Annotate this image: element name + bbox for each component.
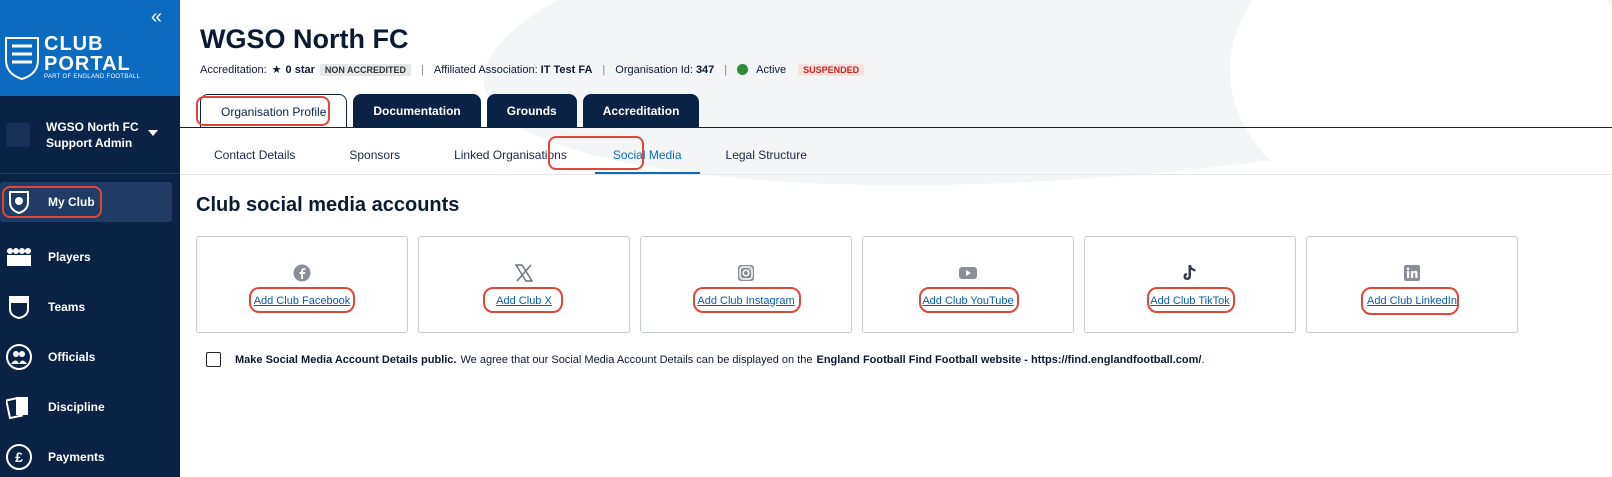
- divider: |: [602, 63, 606, 76]
- linkedin-icon: [1402, 263, 1422, 283]
- sidebar-item-label: Discipline: [48, 400, 105, 414]
- x-card: Add Club X: [418, 236, 630, 333]
- club-meta: Accreditation: ★ 0 star NON ACCREDITED |…: [200, 63, 865, 76]
- public-consent: Make Social Media Account Details public…: [206, 352, 1205, 367]
- sidebar-item-my-club[interactable]: My Club: [0, 182, 172, 222]
- logo-area: « CLUB PORTAL PART OF ENGLAND FOOTBALL: [0, 0, 180, 96]
- add-club-instagram-link[interactable]: Add Club Instagram: [697, 295, 794, 307]
- tiktok-card: Add Club TikTok: [1084, 236, 1296, 333]
- background-decoration: [1230, 0, 1612, 220]
- chevron-down-icon[interactable]: [148, 130, 158, 136]
- status-dot-icon: [737, 64, 749, 75]
- pound-icon: £: [6, 444, 32, 470]
- sidebar-nav: My Club Players Teams Officials Discipli…: [0, 182, 180, 477]
- subtab-contact-details[interactable]: Contact Details: [196, 136, 313, 174]
- sidebar-item-label: Officials: [48, 350, 96, 364]
- collapse-sidebar-icon[interactable]: «: [151, 6, 162, 29]
- organisation-switcher[interactable]: WGSO North FC Support Admin: [0, 96, 180, 174]
- accreditation-value: 0 star: [285, 63, 315, 76]
- sidebar-item-label: Teams: [48, 300, 86, 314]
- page-title: WGSO North FC: [200, 24, 409, 54]
- divider: |: [724, 63, 728, 76]
- tab-organisation-profile[interactable]: Organisation Profile: [200, 94, 348, 128]
- players-icon: [6, 244, 32, 270]
- tabs-divider: [180, 127, 1612, 128]
- sub-tabs: Contact Details Sponsors Linked Organisa…: [196, 136, 825, 174]
- sidebar-item-payments[interactable]: £ Payments: [0, 432, 180, 477]
- tab-grounds[interactable]: Grounds: [486, 94, 577, 128]
- tiktok-icon: [1180, 263, 1200, 283]
- divider: |: [421, 63, 424, 76]
- sidebar-item-discipline[interactable]: Discipline: [0, 382, 180, 432]
- consent-website: England Football Find Football website -…: [816, 353, 1202, 366]
- sidebar-item-players[interactable]: Players: [0, 232, 180, 282]
- add-club-tiktok-link[interactable]: Add Club TikTok: [1150, 295, 1229, 307]
- org-avatar: [6, 122, 30, 147]
- consent-text: We agree that our Social Media Account D…: [460, 353, 813, 366]
- association-label: Affiliated Association:: [433, 63, 538, 76]
- club-portal-logo[interactable]: CLUB PORTAL PART OF ENGLAND FOOTBALL: [4, 34, 140, 80]
- sidebar-item-officials[interactable]: Officials: [0, 332, 180, 382]
- status-text: Active: [756, 63, 787, 76]
- logo-line3: PART OF ENGLAND FOOTBALL: [44, 74, 141, 80]
- instagram-icon: [736, 263, 756, 283]
- tab-accreditation[interactable]: Accreditation: [582, 94, 700, 128]
- org-id-value: 347: [695, 63, 715, 76]
- main-tabs: Organisation Profile Documentation Groun…: [200, 94, 705, 128]
- add-club-youtube-link[interactable]: Add Club YouTube: [922, 295, 1013, 307]
- org-id-label: Organisation Id:: [615, 63, 693, 76]
- accreditation-badge: NON ACCREDITED: [319, 63, 412, 76]
- add-club-linkedin-link[interactable]: Add Club LinkedIn: [1367, 295, 1457, 307]
- org-name: WGSO North FC: [46, 119, 139, 134]
- sidebar-item-label: Players: [48, 250, 91, 264]
- youtube-card: Add Club YouTube: [862, 236, 1074, 333]
- sidebar: « CLUB PORTAL PART OF ENGLAND FOOTBALL W…: [0, 0, 180, 477]
- club-crest-icon: [6, 189, 32, 215]
- club-header: WGSO North FC Accreditation: ★ 0 star NO…: [200, 24, 865, 76]
- cards-icon: [6, 394, 32, 420]
- accreditation-label: Accreditation:: [200, 63, 267, 76]
- main-content: WGSO North FC Accreditation: ★ 0 star NO…: [180, 0, 1612, 477]
- org-role: Support Admin: [46, 135, 133, 150]
- consent-bold: Make Social Media Account Details public…: [235, 353, 457, 366]
- instagram-card: Add Club Instagram: [640, 236, 852, 333]
- svg-text:£: £: [15, 449, 23, 465]
- section-title: Club social media accounts: [196, 194, 460, 216]
- association-value: IT Test FA: [540, 63, 593, 76]
- social-cards: Add Club Facebook Add Club X Add Club In…: [196, 236, 1518, 333]
- linkedin-card: Add Club LinkedIn: [1306, 236, 1518, 333]
- star-icon: ★: [271, 64, 282, 76]
- subtab-legal-structure[interactable]: Legal Structure: [708, 136, 825, 174]
- logo-line1: CLUB: [44, 33, 104, 55]
- tab-documentation[interactable]: Documentation: [353, 94, 481, 128]
- status-badge: SUSPENDED: [798, 63, 865, 76]
- logo-line2: PORTAL: [44, 53, 131, 75]
- officials-icon: [6, 344, 32, 370]
- sidebar-item-label: My Club: [48, 195, 95, 209]
- three-lions-crest-icon: [5, 37, 39, 80]
- public-consent-checkbox[interactable]: [206, 352, 221, 367]
- consent-end: .: [1201, 353, 1205, 366]
- facebook-card: Add Club Facebook: [196, 236, 408, 333]
- add-club-x-link[interactable]: Add Club X: [496, 295, 552, 307]
- sidebar-item-label: Payments: [48, 450, 105, 464]
- add-club-facebook-link[interactable]: Add Club Facebook: [254, 295, 351, 307]
- youtube-icon: [958, 263, 978, 283]
- subtab-social-media[interactable]: Social Media: [594, 136, 700, 174]
- x-icon: [514, 263, 534, 283]
- sidebar-item-teams[interactable]: Teams: [0, 282, 180, 332]
- facebook-icon: [292, 263, 312, 283]
- subtabs-divider: [180, 174, 1612, 175]
- shirt-icon: [6, 294, 32, 320]
- subtab-linked-organisations[interactable]: Linked Organisations: [436, 136, 585, 174]
- subtab-sponsors[interactable]: Sponsors: [331, 136, 418, 174]
